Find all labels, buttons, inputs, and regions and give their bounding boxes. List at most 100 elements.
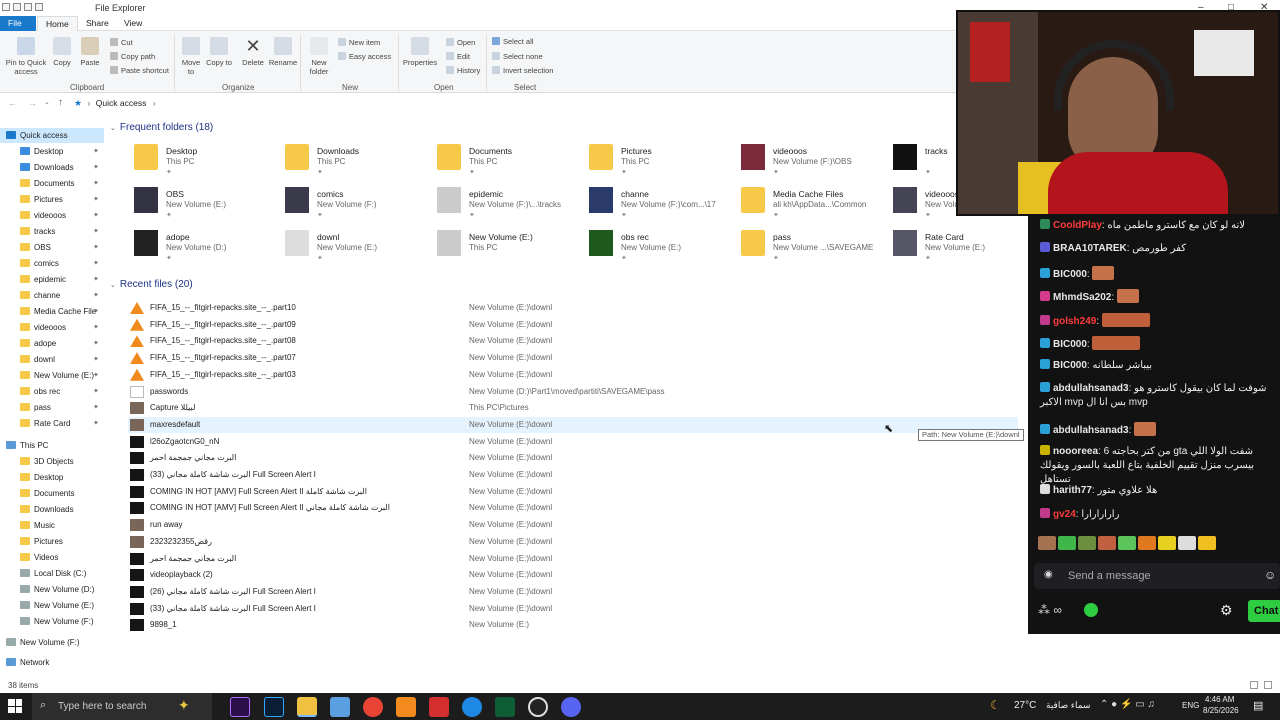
tab-home[interactable]: Home: [37, 16, 78, 31]
nav-pc-item[interactable]: 3D Objects: [0, 454, 104, 469]
chat-username[interactable]: abdullahsanad3: [1053, 383, 1129, 394]
chat-message[interactable]: abdullahsanad3: شوفت لما كان بيقول كاستر…: [1040, 382, 1278, 410]
delete-button[interactable]: ✕ Delete: [238, 37, 268, 67]
chat-username[interactable]: BRAA10TAREK: [1053, 243, 1127, 254]
chat-message[interactable]: CooldPlay: لانه لو كان مع كاسترو ماطمن م…: [1040, 219, 1278, 233]
recent-file-row[interactable]: videoplayback (2) New Volume (E:)\downl: [128, 567, 1018, 583]
recent-file-row[interactable]: run away New Volume (E:)\downl: [128, 517, 1018, 533]
nav-pc-item[interactable]: Videos: [0, 550, 104, 565]
chat-username[interactable]: CooldPlay: [1053, 220, 1102, 231]
recent-file-row[interactable]: Capture لبيللا This PC\Pictures: [128, 400, 1018, 416]
windows-start-icon[interactable]: [8, 699, 22, 713]
quick-access-toolbar[interactable]: [2, 3, 82, 13]
frequent-folder-tile[interactable]: OBS New Volume (E:) ✦: [134, 185, 284, 223]
nav-pinned-item[interactable]: downl ✦: [0, 352, 104, 367]
nav-pinned-item[interactable]: obs rec ✦: [0, 384, 104, 399]
recent-file-row[interactable]: FIFA_15_--_fitgirl-repacks.site_--_.part…: [128, 317, 1018, 333]
chat-username[interactable]: BIC000: [1053, 360, 1087, 371]
up-icon[interactable]: ↑: [58, 97, 63, 108]
winrar-icon[interactable]: [429, 697, 449, 717]
tab-share[interactable]: Share: [78, 16, 117, 31]
paste-shortcut-button[interactable]: Paste shortcut: [110, 66, 169, 75]
nav-pinned-item[interactable]: videooos ✦: [0, 208, 104, 223]
select-all-button[interactable]: Select all: [492, 37, 533, 46]
nav-new-volume-f[interactable]: New Volume (F:): [0, 635, 104, 650]
nav-pc-item[interactable]: Pictures: [0, 534, 104, 549]
notification-icon[interactable]: ▤: [1253, 699, 1263, 712]
nav-pc-item[interactable]: Documents: [0, 486, 104, 501]
copy-button[interactable]: Copy: [50, 37, 74, 67]
chat-message[interactable]: abdullahsanad3:: [1040, 422, 1278, 438]
frequent-folder-tile[interactable]: Downloads This PC ✦: [285, 142, 435, 180]
frequent-folder-tile[interactable]: Documents This PC ✦: [437, 142, 587, 180]
properties-button[interactable]: Properties: [402, 37, 438, 67]
nav-quick-access[interactable]: Quick access: [0, 128, 104, 143]
frequent-folder-tile[interactable]: Desktop This PC ✦: [134, 142, 284, 180]
frequent-folder-tile[interactable]: obs rec New Volume (E:) ✦: [589, 228, 739, 266]
chat-username[interactable]: abdullahsanad3: [1053, 425, 1129, 436]
recent-file-row[interactable]: البرت مجاني جمجمة احمر New Volume (E:)\do…: [128, 450, 1018, 466]
pin-quick-access-button[interactable]: Pin to Quick access: [4, 37, 48, 76]
frequent-folder-tile[interactable]: videooos New Volume (F:)\OBS ✦: [741, 142, 891, 180]
recent-file-row[interactable]: FIFA_15_--_fitgirl-repacks.site_--_.part…: [128, 367, 1018, 383]
excel-icon[interactable]: [495, 697, 515, 717]
edge-icon[interactable]: [462, 697, 482, 717]
bits-icon[interactable]: ⁂ ∞: [1038, 603, 1062, 617]
chat-message[interactable]: gv24: رارارارارا: [1040, 508, 1278, 522]
recent-file-row[interactable]: البرت شاشة كاملة مجاني (33) Full Screen …: [128, 467, 1018, 483]
discord-icon[interactable]: [561, 697, 581, 717]
nav-pc-item[interactable]: Downloads: [0, 502, 104, 517]
rename-button[interactable]: Rename: [268, 37, 298, 67]
chat-message[interactable]: BRAA10TAREK: كفر طورمص: [1040, 242, 1278, 256]
select-none-button[interactable]: Select none: [492, 52, 543, 61]
chat-message[interactable]: BIC000:: [1040, 336, 1278, 352]
recent-file-row[interactable]: FIFA_15_--_fitgirl-repacks.site_--_.part…: [128, 300, 1018, 316]
chrome-icon[interactable]: [363, 697, 383, 717]
chat-username[interactable]: noooreea: [1053, 446, 1098, 457]
premiere-icon[interactable]: [230, 697, 250, 717]
language[interactable]: ENG: [1182, 701, 1199, 710]
recent-file-row[interactable]: COMING IN HOT [AMV] Full Screen Alert II…: [128, 484, 1018, 500]
frequent-folder-tile[interactable]: Pictures This PC ✦: [589, 142, 739, 180]
chat-username[interactable]: gv24: [1053, 509, 1076, 520]
nav-pinned-item[interactable]: tracks ✦: [0, 224, 104, 239]
chat-username[interactable]: BIC000: [1053, 339, 1087, 350]
recent-file-row[interactable]: البرت مجاني جمجمة احمر New Volume (E:)\do…: [128, 551, 1018, 567]
chat-badge-icon[interactable]: ◉: [1044, 569, 1053, 580]
frequent-folder-tile[interactable]: pass New Volume ...\SAVEGAME ✦: [741, 228, 891, 266]
chat-username[interactable]: golsh249: [1053, 316, 1096, 327]
chat-username[interactable]: MhmdSa202: [1053, 292, 1111, 303]
frequent-folders-header[interactable]: ⌄ Frequent folders (18): [110, 122, 213, 133]
weather-text[interactable]: سماء صافية: [1046, 700, 1090, 711]
frequent-folder-tile[interactable]: Media Cache Files ali kh\AppData...\Commo…: [741, 185, 891, 223]
chat-message[interactable]: BIC000:: [1040, 266, 1278, 282]
nav-pinned-item[interactable]: pass ✦: [0, 400, 104, 415]
nav-pinned-item[interactable]: Desktop ✦: [0, 144, 104, 159]
nav-network[interactable]: Network: [0, 655, 104, 670]
emoji-icon[interactable]: ☺: [1264, 568, 1276, 582]
frequent-folder-tile[interactable]: New Volume (E:) This PC: [437, 228, 587, 266]
forward-icon[interactable]: →: [28, 98, 37, 108]
recent-files-header[interactable]: ⌄ Recent files (20): [110, 279, 193, 290]
nav-pinned-item[interactable]: comics ✦: [0, 256, 104, 271]
recent-file-row[interactable]: البرت شاشة كاملة مجاني (26) Full Screen …: [128, 584, 1018, 600]
nav-pc-item[interactable]: New Volume (E:): [0, 598, 104, 613]
copy-path-button[interactable]: Copy path: [110, 52, 155, 61]
chat-message[interactable]: golsh249:: [1040, 313, 1278, 329]
nav-pinned-item[interactable]: New Volume (E:) ✦: [0, 368, 104, 383]
temperature[interactable]: 27°C: [1014, 700, 1036, 711]
nav-pc-item[interactable]: Desktop: [0, 470, 104, 485]
open-button[interactable]: Open: [446, 38, 475, 47]
recent-file-row[interactable]: 9898_1 New Volume (E:): [128, 617, 1018, 633]
paste-button[interactable]: Paste: [78, 37, 102, 67]
vlc-icon[interactable]: [396, 697, 416, 717]
frequent-folder-tile[interactable]: comics New Volume (F:) ✦: [285, 185, 435, 223]
recent-file-row[interactable]: COMING IN HOT [AMV] Full Screen Alert II…: [128, 500, 1018, 516]
nav-pinned-item[interactable]: Downloads ✦: [0, 160, 104, 175]
search-box[interactable]: ⌕ Type here to search ✦: [32, 693, 212, 720]
nav-pinned-item[interactable]: epidemic ✦: [0, 272, 104, 287]
gear-icon[interactable]: ⚙: [1220, 602, 1233, 619]
tray-icons[interactable]: ⌃ ● ⚡ ▭ ♫: [1100, 699, 1155, 710]
chat-message[interactable]: MhmdSa202:: [1040, 289, 1278, 305]
frequent-folder-tile[interactable]: epidemic New Volume (F:)\...\tracks ✦: [437, 185, 587, 223]
